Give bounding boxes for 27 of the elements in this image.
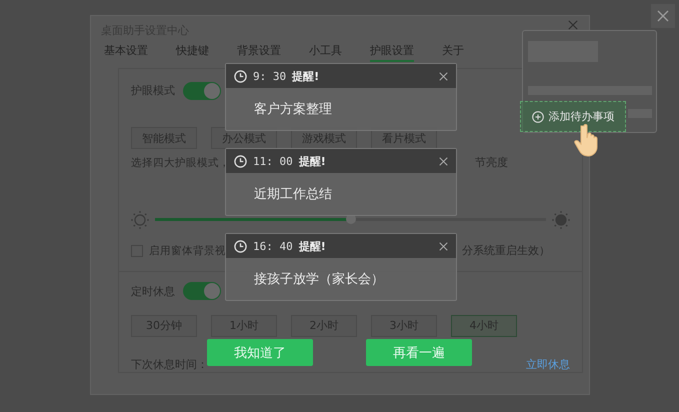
reminder-text: 接孩子放学（家长会） <box>254 271 384 288</box>
add-todo-button[interactable]: 添加待办事项 <box>520 101 626 132</box>
reminder-title: 提醒! <box>292 68 320 84</box>
close-icon[interactable] <box>439 72 448 80</box>
reminder-time: 16: 40 <box>253 240 293 252</box>
toggle-switch[interactable] <box>183 82 221 100</box>
action-button[interactable]: 我知道了 <box>207 339 313 366</box>
reminder-text: 近期工作总结 <box>254 186 332 203</box>
close-icon[interactable] <box>568 20 578 30</box>
reminder-title: 提醒! <box>298 238 326 254</box>
close-button[interactable] <box>651 4 675 28</box>
toggle-switch[interactable] <box>183 282 221 300</box>
close-icon <box>657 10 669 22</box>
close-icon[interactable] <box>439 156 448 166</box>
reminder-title: 提醒! <box>298 154 326 168</box>
rest-now-link[interactable]: 立即休息 <box>526 356 570 372</box>
close-icon[interactable] <box>439 242 448 250</box>
clock-icon <box>234 70 247 82</box>
clock-icon <box>234 154 247 168</box>
reminder-time: 9: 30 <box>253 70 286 82</box>
plus-circle-icon <box>532 110 544 122</box>
sun-filled-icon <box>552 210 570 229</box>
clock-icon <box>234 240 247 252</box>
reminder-time: 11: 00 <box>253 154 293 168</box>
action-button[interactable]: 再看一遍 <box>366 339 472 366</box>
reminder-text: 客户方案整理 <box>254 101 332 118</box>
sun-outline-icon <box>131 210 149 229</box>
